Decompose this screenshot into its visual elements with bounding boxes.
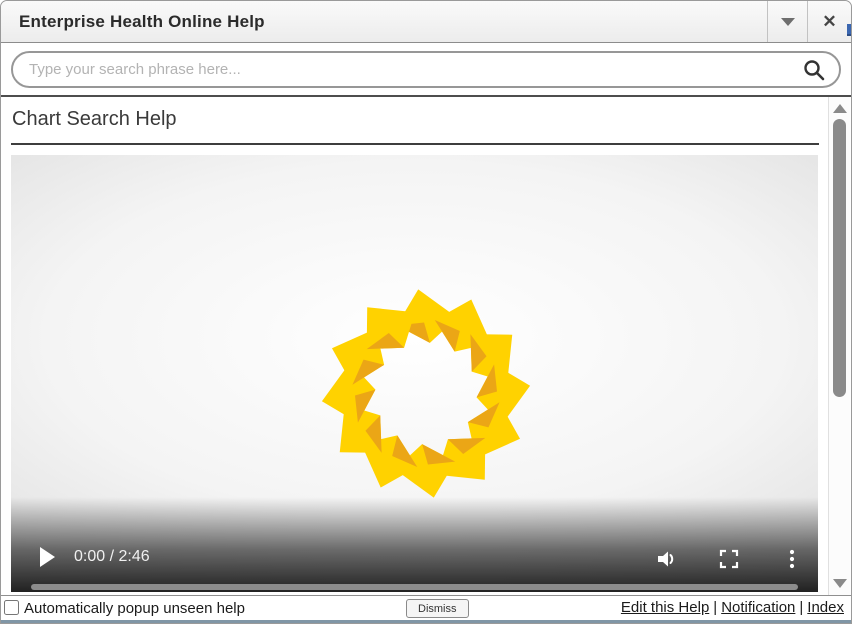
chevron-down-icon [781,18,795,26]
footer-bar: Automatically popup unseen help Dismiss … [1,595,851,623]
link-separator: | [795,599,807,616]
help-content: Chart Search Help [1,97,851,595]
video-player[interactable]: 0:00 / 2:46 [11,155,818,592]
video-controls-bar: 0:00 / 2:46 [11,497,818,592]
clipped-link-fragment [847,24,851,36]
close-icon: ✕ [822,12,836,32]
play-button[interactable] [40,547,55,567]
close-button[interactable]: ✕ [807,1,851,42]
video-time-display: 0:00 / 2:46 [74,548,150,566]
titlebar: Enterprise Health Online Help ✕ [1,1,851,43]
auto-popup-checkbox[interactable] [4,600,19,615]
collapse-button[interactable] [767,1,807,42]
footer-links: Edit this Help|Notification|Index [621,596,844,620]
search-box [11,51,841,88]
video-progress-bar[interactable] [31,584,798,590]
page-title: Chart Search Help [12,108,177,131]
scroll-up-icon[interactable] [833,104,847,113]
link-separator: | [709,599,721,616]
search-icon[interactable] [802,58,826,82]
scrollbar-thumb[interactable] [833,119,846,397]
vertical-scrollbar[interactable] [828,97,850,595]
enterprise-health-logo-icon [319,286,533,505]
dismiss-button[interactable]: Dismiss [406,599,469,618]
help-dialog: Enterprise Health Online Help ✕ Chart Se… [0,0,852,624]
volume-button[interactable] [654,547,678,571]
fullscreen-button[interactable] [717,547,741,571]
more-options-button[interactable] [785,547,799,571]
search-section [1,43,851,97]
search-input[interactable] [29,53,791,86]
notification-link[interactable]: Notification [721,599,795,616]
scroll-down-icon[interactable] [833,579,847,588]
window-title: Enterprise Health Online Help [19,1,265,42]
index-link[interactable]: Index [807,599,844,616]
heading-divider [11,143,819,145]
auto-popup-label: Automatically popup unseen help [24,596,245,621]
edit-help-link[interactable]: Edit this Help [621,599,709,616]
